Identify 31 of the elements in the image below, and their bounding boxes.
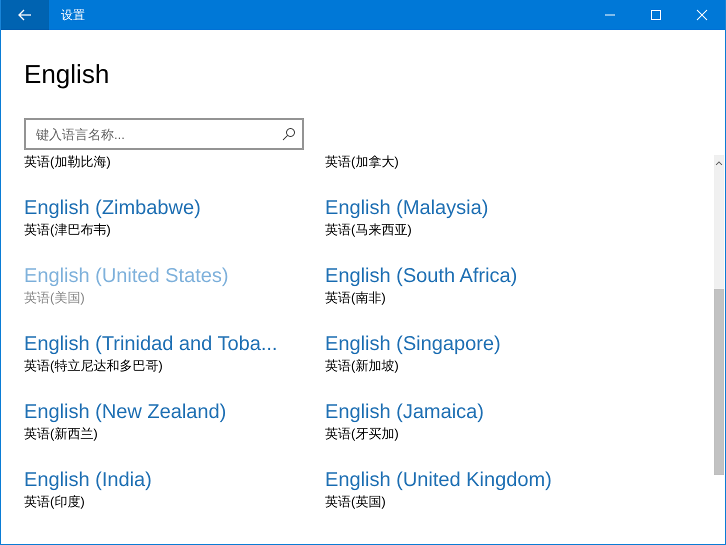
back-arrow-icon [18, 9, 32, 21]
back-button[interactable] [1, 0, 49, 30]
language-subtitle: 英语(新加坡) [325, 357, 399, 375]
language-name[interactable]: English (Zimbabwe) [24, 195, 201, 221]
scrollbar[interactable] [714, 155, 724, 475]
language-subtitle: 英语(印度) [24, 493, 85, 511]
language-name[interactable]: English (Jamaica) [325, 399, 484, 425]
language-name[interactable]: English (New Zealand) [24, 399, 226, 425]
page-heading: English [24, 58, 110, 91]
language-subtitle: 英语(新西兰) [24, 425, 98, 443]
language-subtitle: 英语(马来西亚) [325, 221, 412, 239]
language-name[interactable]: English (Singapore) [325, 331, 501, 357]
scrollbar-thumb[interactable] [714, 288, 724, 475]
language-subtitle: 英语(加勒比海) [24, 155, 112, 171]
language-name[interactable]: English (Malaysia) [325, 195, 488, 221]
scroll-up-icon[interactable] [714, 159, 724, 167]
search-field[interactable]: 键入语言名称... [24, 118, 304, 150]
language-subtitle: 英语(英国) [325, 493, 386, 511]
language-name[interactable]: English (United Kingdom) [325, 467, 552, 493]
language-subtitle: 英语(南非) [325, 289, 386, 307]
language-subtitle: 英语(美国) [24, 289, 85, 307]
window-title: 设置 [61, 6, 85, 24]
language-subtitle: 英语(特立尼达和多巴哥) [24, 357, 163, 375]
search-icon [282, 127, 296, 141]
language-subtitle: 英语(牙买加) [325, 425, 399, 443]
language-subtitle: 英语(加拿大) [325, 155, 400, 171]
language-name[interactable]: English (South Africa) [325, 263, 518, 289]
language-name[interactable]: English (Trinidad and Toba... [24, 331, 278, 357]
language-name: English (United States) [24, 264, 229, 289]
language-name[interactable]: English (India) [24, 467, 152, 493]
language-subtitle: 英语(津巴布韦) [24, 221, 111, 239]
